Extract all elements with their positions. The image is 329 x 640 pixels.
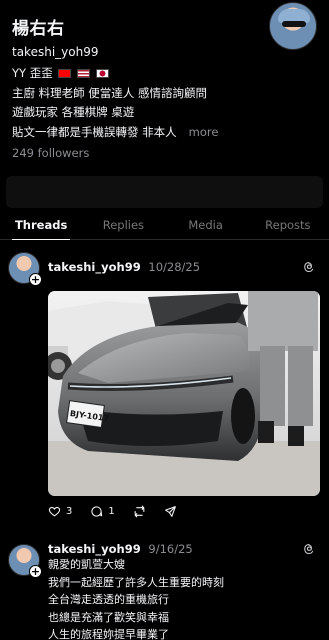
post-meta: takeshi_yoh99 9/16/25 bbox=[48, 542, 193, 556]
reply-count: 1 bbox=[108, 506, 115, 517]
post-text-line: 人生的旅程妳提早畢業了 bbox=[48, 628, 169, 640]
bio-line-2: 主廚 料理老師 便當達人 感情諮詢顧問 bbox=[12, 85, 207, 100]
tab-threads[interactable]: Threads bbox=[0, 214, 82, 240]
follow-plus-icon[interactable]: + bbox=[29, 273, 42, 286]
post-username[interactable]: takeshi_yoh99 bbox=[48, 260, 141, 274]
reply-button[interactable]: 1 bbox=[90, 505, 115, 518]
bio-more-link[interactable]: more bbox=[189, 125, 219, 139]
follow-plus-icon[interactable]: + bbox=[29, 565, 42, 578]
japan-flag-icon bbox=[95, 69, 109, 78]
threads-logo-icon bbox=[304, 261, 314, 273]
comment-icon bbox=[91, 506, 103, 517]
post-text-line: 我們一起經歷了許多人生重要的時刻 bbox=[48, 575, 224, 589]
post-text-line: 親愛的凱萱大嫂 bbox=[48, 558, 125, 571]
repost-icon bbox=[134, 505, 145, 518]
thread-post[interactable]: + takeshi_yoh99 9/16/25 親愛的凱萱大嫂 我們一起經歷了許… bbox=[0, 540, 329, 640]
post-avatar[interactable]: + bbox=[8, 252, 42, 286]
like-count: 3 bbox=[66, 506, 73, 517]
post-photo[interactable]: BJY-1017 bbox=[48, 291, 320, 496]
taiwan-flag-icon bbox=[58, 69, 72, 78]
post-body: 親愛的凱萱大嫂 我們一起經歷了許多人生重要的時刻 全台灣走透透的重機旅行 也總是… bbox=[48, 556, 224, 640]
post-avatar[interactable]: + bbox=[8, 544, 42, 578]
followers-count[interactable]: 249 followers bbox=[12, 146, 89, 160]
post-username[interactable]: takeshi_yoh99 bbox=[48, 542, 141, 556]
profile-action-bar bbox=[6, 176, 323, 208]
repost-button[interactable] bbox=[133, 505, 146, 518]
post-date: 10/28/25 bbox=[148, 260, 201, 274]
share-button[interactable] bbox=[164, 505, 177, 518]
profile-bio: YY 歪歪 主廚 料理老師 便當達人 感情諮詢顧問 遊戲玩家 各種棋牌 桌遊 貼… bbox=[12, 64, 317, 142]
like-button[interactable]: 3 bbox=[48, 505, 72, 518]
bio-line-1: YY 歪歪 bbox=[12, 64, 317, 84]
heart-icon bbox=[48, 506, 61, 517]
threads-logo-icon bbox=[304, 543, 314, 555]
post-actions: 3 1 bbox=[48, 505, 177, 518]
tab-replies[interactable]: Replies bbox=[82, 214, 164, 239]
bio-line-3: 遊戲玩家 各種棋牌 桌遊 bbox=[12, 105, 135, 119]
send-icon bbox=[164, 506, 176, 517]
profile-tabs: Threads Replies Media Reposts bbox=[0, 214, 329, 240]
car-photo-image: BJY-1017 bbox=[48, 291, 320, 496]
tab-media[interactable]: Media bbox=[165, 214, 247, 239]
post-date: 9/16/25 bbox=[148, 542, 193, 556]
post-text-line: 也總是充滿了歡笑與幸福 bbox=[48, 610, 169, 624]
tab-reposts[interactable]: Reposts bbox=[247, 214, 329, 239]
profile-handle: takeshi_yoh99 bbox=[12, 45, 99, 59]
us-flag-icon bbox=[77, 69, 91, 78]
profile-avatar[interactable] bbox=[269, 2, 317, 50]
thread-post[interactable]: + takeshi_yoh99 10/28/25 BJY-1017 3 1 bbox=[0, 252, 329, 532]
post-meta: takeshi_yoh99 10/28/25 bbox=[48, 260, 200, 274]
post-text-line: 全台灣走透透的重機旅行 bbox=[48, 593, 169, 606]
profile-header: 楊右右 takeshi_yoh99 bbox=[12, 2, 317, 59]
bio-line-4: 貼文一律都是手機誤轉發 非本人 more bbox=[12, 124, 219, 139]
